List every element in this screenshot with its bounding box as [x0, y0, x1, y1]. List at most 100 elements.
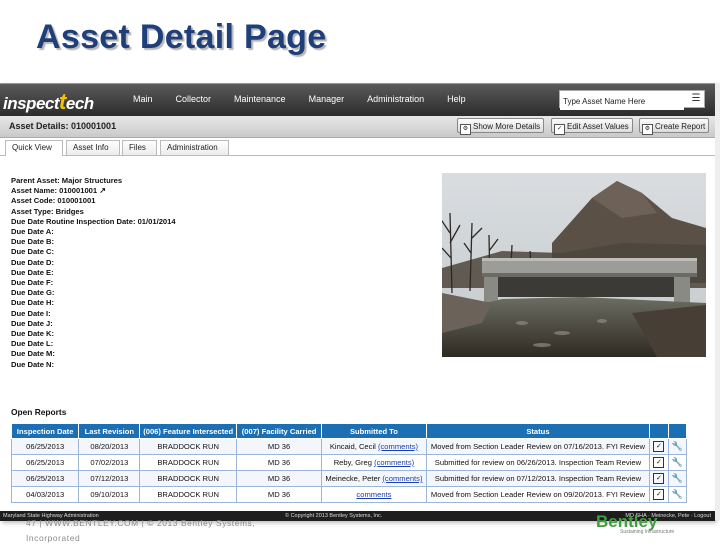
parent-asset: Parent Asset: Major Structures — [11, 176, 123, 185]
due-date-f: Due Date F: — [11, 278, 54, 288]
inspection-date-cell: 06/25/2013 — [10, 438, 80, 455]
feature-cell: BRADDOCK RUN — [139, 470, 237, 487]
comments-link[interactable]: (comments) — [378, 442, 418, 451]
create-report-button[interactable]: ⚙ Create Report — [639, 118, 710, 135]
menu-help[interactable]: Help — [447, 94, 466, 104]
comments-link[interactable]: comments — [356, 490, 391, 499]
edit-asset-values-button[interactable]: ✓ Edit Asset Values — [551, 118, 633, 135]
tab-asset-info[interactable]: Asset Info — [66, 140, 120, 155]
col-tool-action — [667, 423, 688, 439]
feature-cell: BRADDOCK RUN — [139, 486, 237, 503]
table-row[interactable]: 06/25/2013 07/12/2013 BRADDOCK RUN MD 36… — [10, 470, 688, 487]
menu-administration[interactable]: Administration — [367, 94, 424, 104]
slide-footer-line1: 47 | WWW.BENTLEY.COM | © 2013 Bentley Sy… — [26, 518, 256, 528]
due-date-m: Due Date M: — [11, 349, 55, 359]
wrench-icon: 🔧 — [671, 489, 683, 499]
submitted-to-cell: Meinecke, Peter (comments) — [321, 470, 427, 487]
due-date-g: Due Date G: — [11, 288, 55, 298]
top-nav-bar: inspecttech Main Collector Maintenance M… — [0, 84, 715, 116]
tool-action[interactable]: 🔧 — [667, 470, 688, 487]
col-submitted-to[interactable]: Submitted To — [321, 423, 427, 439]
table-row[interactable]: 06/25/2013 07/02/2013 BRADDOCK RUN MD 36… — [10, 454, 688, 471]
menu-maintenance[interactable]: Maintenance — [234, 94, 286, 104]
submitted-to-cell: comments — [321, 486, 427, 503]
search-dropdown-icon[interactable]: ☰ — [690, 93, 702, 105]
main-menu: Main Collector Maintenance Manager Admin… — [133, 94, 489, 104]
facility-cell: MD 36 — [235, 470, 323, 487]
show-more-details-button[interactable]: ⚙ Show More Details — [457, 118, 545, 135]
edit-checkbox-icon: ✓ — [653, 457, 665, 468]
asset-search-box: ☰ — [559, 90, 705, 110]
edit-checkbox-icon: ✓ — [653, 441, 665, 452]
tool-action[interactable]: 🔧 — [667, 486, 688, 503]
link-icon[interactable]: ↗ — [99, 186, 106, 195]
open-reports-table: Inspection Date Last Revision (006) Feat… — [10, 423, 688, 503]
due-date-b: Due Date B: — [11, 237, 55, 247]
facility-cell: MD 36 — [235, 486, 323, 503]
tool-action[interactable]: 🔧 — [667, 454, 688, 471]
col-edit-action — [649, 423, 669, 439]
menu-main[interactable]: Main — [133, 94, 153, 104]
slide-footer-line2: Incorporated — [26, 533, 81, 543]
bridge-photo — [442, 173, 706, 357]
facility-cell: MD 36 — [235, 438, 323, 455]
status-cell: Submitted for review on 07/12/2013. Insp… — [425, 470, 651, 487]
col-status[interactable]: Status — [425, 423, 651, 439]
slide-footer: 47 | WWW.BENTLEY.COM | © 2013 Bentley Sy… — [26, 516, 255, 546]
tool-action[interactable]: 🔧 — [667, 438, 688, 455]
edit-report-action[interactable]: ✓ — [649, 454, 669, 471]
edit-report-action[interactable]: ✓ — [649, 486, 669, 503]
facility-cell: MD 36 — [235, 454, 323, 471]
tab-bar: Quick View Asset Info Files Administrati… — [0, 138, 715, 156]
feature-cell: BRADDOCK RUN — [139, 454, 237, 471]
asset-search-input[interactable] — [560, 93, 684, 110]
report-icon: ⚙ — [642, 124, 653, 135]
asset-header-bar: Asset Details: 010001001 ⚙ Show More Deta… — [0, 116, 715, 138]
bentley-tagline: Sustaining Infrastructure — [620, 529, 675, 535]
slide-title: Asset Detail Page — [36, 18, 327, 56]
due-date-h: Due Date H: — [11, 298, 55, 308]
edit-checkbox-icon: ✓ — [653, 473, 665, 484]
col-feature-intersected[interactable]: (006) Feature Intersected — [139, 423, 237, 439]
table-row[interactable]: 06/25/2013 08/20/2013 BRADDOCK RUN MD 36… — [10, 438, 688, 455]
status-cell: Moved from Section Leader Review on 07/1… — [425, 438, 651, 455]
due-date-e: Due Date E: — [11, 267, 54, 277]
due-date-j: Due Date J: — [11, 318, 53, 328]
col-inspection-date[interactable]: Inspection Date — [10, 423, 80, 439]
tab-files[interactable]: Files — [122, 140, 157, 155]
footer-copyright: © Copyright 2013 Bentley Systems, Inc. — [285, 513, 383, 519]
feature-cell: BRADDOCK RUN — [139, 438, 237, 455]
status-cell: Moved from Section Leader Review on 09/2… — [425, 486, 651, 503]
edit-report-action[interactable]: ✓ — [649, 438, 669, 455]
tab-administration[interactable]: Administration — [160, 140, 229, 155]
due-date-i: Due Date I: — [11, 308, 51, 318]
app-window: inspecttech Main Collector Maintenance M… — [0, 83, 715, 521]
due-date-l: Due Date L: — [11, 339, 54, 349]
edit-icon: ✓ — [554, 124, 565, 135]
menu-manager[interactable]: Manager — [309, 94, 345, 104]
table-header-row: Inspection Date Last Revision (006) Feat… — [10, 423, 688, 439]
tab-quick-view[interactable]: Quick View — [5, 140, 63, 156]
status-cell: Submitted for review on 06/26/2013. Insp… — [425, 454, 651, 471]
comments-link[interactable]: (comments) — [374, 458, 414, 467]
table-row[interactable]: 04/03/2013 09/10/2013 BRADDOCK RUN MD 36… — [10, 486, 688, 503]
last-revision-cell: 08/20/2013 — [78, 438, 141, 455]
due-date-d: Due Date D: — [11, 257, 55, 267]
comments-link[interactable]: (comments) — [382, 474, 422, 483]
last-revision-cell: 07/12/2013 — [78, 470, 141, 487]
asset-details-title: Asset Details: 010001001 — [9, 121, 117, 131]
col-last-revision[interactable]: Last Revision — [78, 423, 141, 439]
gear-icon: ⚙ — [460, 124, 471, 135]
inspecttech-logo[interactable]: inspecttech — [3, 89, 94, 115]
page-scrollbar[interactable] — [715, 83, 720, 520]
inspection-date-cell: 06/25/2013 — [10, 454, 80, 471]
wrench-icon: 🔧 — [671, 473, 683, 483]
edit-report-action[interactable]: ✓ — [649, 470, 669, 487]
last-revision-cell: 07/02/2013 — [78, 454, 141, 471]
wrench-icon: 🔧 — [671, 457, 683, 467]
open-reports-label: Open Reports — [11, 407, 67, 417]
menu-collector[interactable]: Collector — [176, 94, 212, 104]
inspection-date-cell: 06/25/2013 — [10, 470, 80, 487]
routine-due-date: Due Date Routine Inspection Date: 01/01/… — [11, 216, 176, 226]
col-facility-carried[interactable]: (007) Facility Carried — [235, 423, 323, 439]
